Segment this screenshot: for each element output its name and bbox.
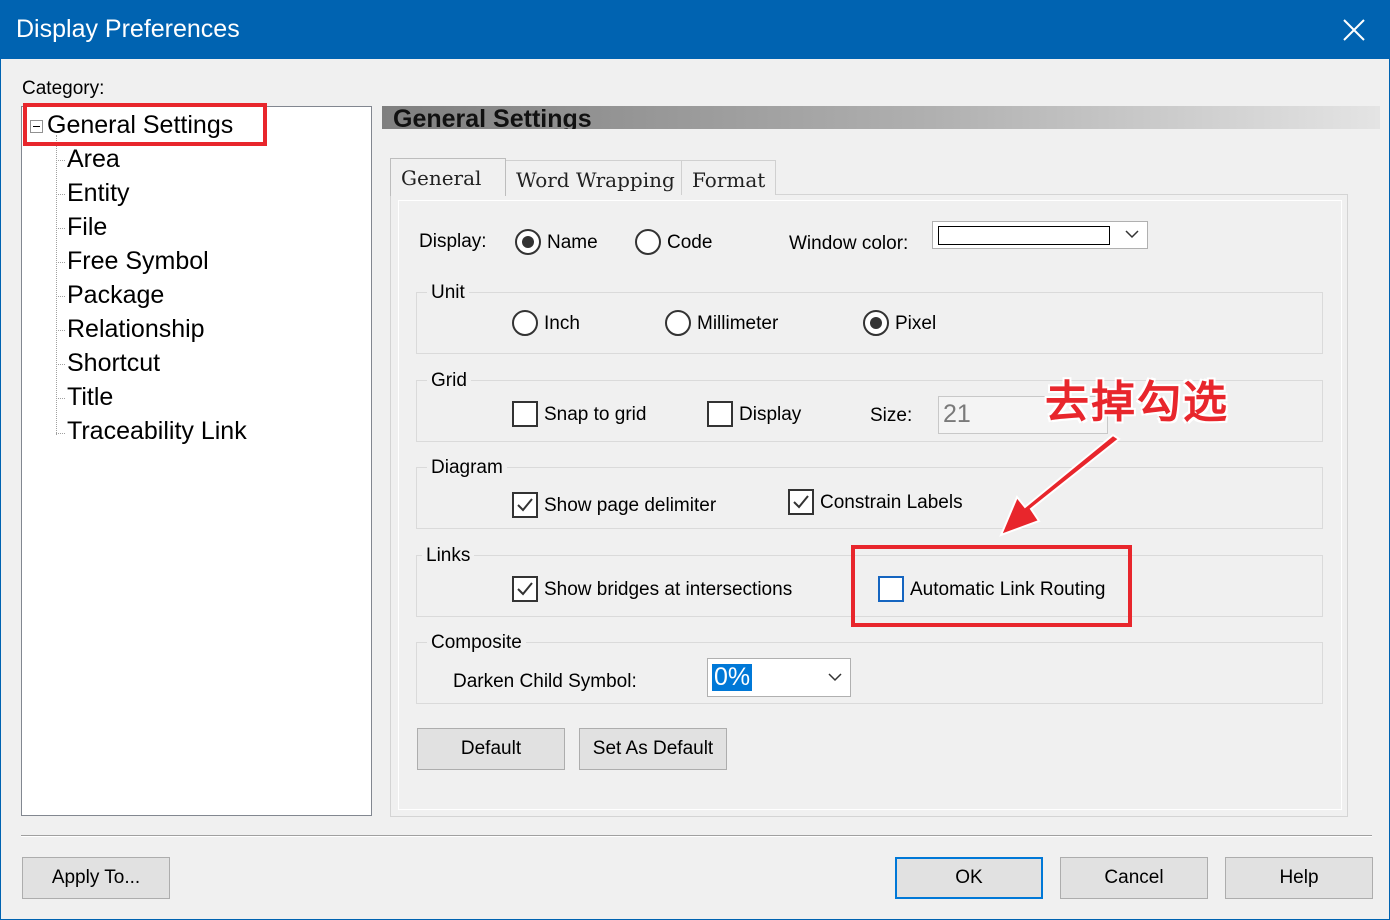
show-bridges-label[interactable]: Show bridges at intersections: [544, 579, 792, 601]
tree-item-entity[interactable]: Entity: [67, 179, 130, 208]
tree-connector: [56, 433, 65, 434]
show-page-delimiter-label[interactable]: Show page delimiter: [544, 495, 716, 517]
unit-inch-radio[interactable]: [512, 310, 538, 336]
window-title: Display Preferences: [16, 15, 240, 43]
display-code-radio[interactable]: [635, 229, 661, 255]
tree-guide-line: [56, 135, 57, 435]
snap-to-grid-checkbox[interactable]: [512, 401, 538, 427]
chevron-down-icon: [1125, 230, 1139, 239]
panel-header: General Settings: [382, 106, 1380, 129]
unit-millimeter-radio[interactable]: [665, 310, 691, 336]
tree-item-traceability-link[interactable]: Traceability Link: [67, 417, 247, 446]
grid-size-label: Size:: [870, 405, 913, 426]
tree-connector: [56, 160, 65, 161]
tab-format[interactable]: Format: [681, 160, 776, 195]
annotation-text: 去掉勾选: [1045, 377, 1229, 428]
diagram-group-title: Diagram: [427, 457, 507, 479]
chevron-down-icon: [828, 672, 842, 681]
checkmark-icon: [517, 498, 533, 512]
tree-item-shortcut[interactable]: Shortcut: [67, 349, 160, 378]
cancel-button[interactable]: Cancel: [1060, 857, 1208, 899]
tree-connector: [56, 330, 65, 331]
snap-to-grid-label[interactable]: Snap to grid: [544, 404, 646, 426]
tree-item-general-settings[interactable]: General Settings: [47, 111, 233, 140]
display-label: Display:: [419, 231, 487, 252]
category-label: Category:: [22, 78, 105, 99]
tree-item-free-symbol[interactable]: Free Symbol: [67, 247, 209, 276]
tree-connector: [56, 398, 65, 399]
composite-group-title: Composite: [427, 632, 526, 654]
title-bar: Display Preferences: [1, 1, 1389, 59]
display-name-label[interactable]: Name: [547, 232, 598, 254]
close-icon: [1343, 19, 1365, 41]
window-color-swatch: [938, 226, 1110, 245]
footer-divider: [21, 835, 1372, 837]
darken-child-symbol-value: 0%: [712, 663, 753, 691]
tree-connector: [56, 296, 65, 297]
display-preferences-dialog: Display Preferences Category: General Se…: [0, 0, 1390, 920]
tree-item-file[interactable]: File: [67, 213, 107, 242]
unit-group-title: Unit: [427, 282, 469, 304]
show-page-delimiter-checkbox[interactable]: [512, 492, 538, 518]
ok-button[interactable]: OK: [895, 857, 1043, 899]
checkmark-icon: [517, 582, 533, 596]
tree-connector: [56, 228, 65, 229]
darken-child-symbol-dropdown[interactable]: 0%: [707, 658, 851, 697]
unit-pixel-radio[interactable]: [863, 310, 889, 336]
constrain-labels-checkbox[interactable]: [788, 489, 814, 515]
tab-word-wrapping[interactable]: Word Wrapping: [505, 160, 682, 195]
apply-to-button[interactable]: Apply To...: [22, 857, 170, 899]
tree-item-area[interactable]: Area: [67, 145, 120, 174]
display-code-label[interactable]: Code: [667, 232, 712, 254]
tree-connector: [56, 364, 65, 365]
automatic-link-routing-checkbox[interactable]: [878, 576, 904, 602]
window-color-dropdown[interactable]: [932, 221, 1148, 249]
tree-item-relationship[interactable]: Relationship: [67, 315, 205, 344]
show-bridges-checkbox[interactable]: [512, 576, 538, 602]
unit-pixel-label[interactable]: Pixel: [895, 313, 936, 335]
tree-item-package[interactable]: Package: [67, 281, 164, 310]
unit-millimeter-label[interactable]: Millimeter: [697, 313, 778, 335]
tree-connector: [56, 262, 65, 263]
unit-inch-label[interactable]: Inch: [544, 313, 580, 335]
links-group-title: Links: [422, 545, 475, 567]
default-button[interactable]: Default: [417, 728, 565, 770]
help-button[interactable]: Help: [1225, 857, 1373, 899]
tree-connector: [56, 194, 65, 195]
constrain-labels-label[interactable]: Constrain Labels: [820, 492, 963, 514]
annotation-arrow-icon: [999, 433, 1121, 537]
category-tree[interactable]: General Settings Area Entity File Free S…: [21, 106, 372, 816]
panel-header-title: General Settings: [393, 106, 592, 129]
checkmark-icon: [793, 495, 809, 509]
grid-display-checkbox[interactable]: [707, 401, 733, 427]
grid-group-title: Grid: [427, 370, 471, 392]
collapse-icon[interactable]: [30, 120, 43, 133]
automatic-link-routing-label[interactable]: Automatic Link Routing: [910, 579, 1105, 601]
grid-display-label[interactable]: Display: [739, 404, 801, 426]
close-button[interactable]: [1319, 1, 1389, 59]
window-color-label: Window color:: [789, 233, 909, 254]
tree-item-title[interactable]: Title: [67, 383, 113, 412]
darken-child-symbol-label: Darken Child Symbol:: [453, 671, 637, 692]
set-as-default-button[interactable]: Set As Default: [579, 728, 727, 770]
tab-general[interactable]: General: [390, 158, 506, 196]
display-name-radio[interactable]: [515, 229, 541, 255]
